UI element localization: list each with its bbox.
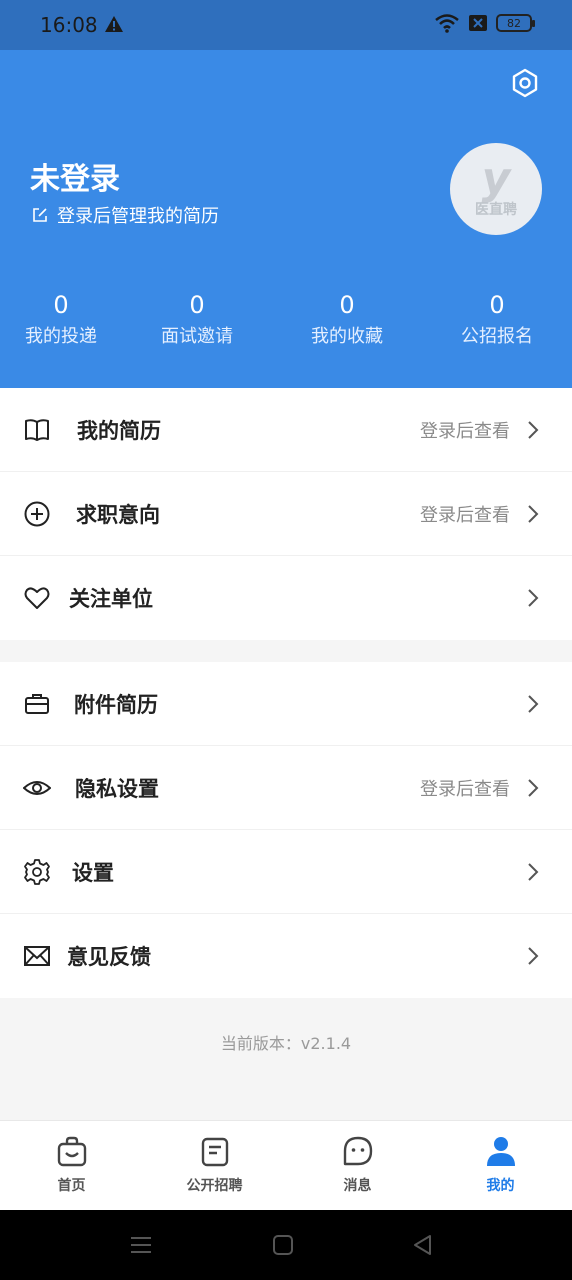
stat-value: 0 — [489, 291, 505, 319]
user-icon — [486, 1137, 515, 1166]
system-nav-bar — [0, 1210, 572, 1280]
tab-mine[interactable]: 我的 — [429, 1121, 572, 1210]
chevron-right-icon — [528, 420, 539, 439]
status-time: 16:08 — [40, 13, 98, 37]
chevron-right-icon — [528, 504, 539, 523]
login-hint-text: 登录后管理我的简历 — [57, 206, 219, 227]
battery-level: 82 — [507, 16, 521, 30]
stat-value: 0 — [189, 291, 205, 319]
chevron-right-icon — [528, 862, 539, 881]
menu-item-privacy-settings[interactable]: 隐私设置 登录后查看 — [0, 746, 572, 830]
tab-label: 公开招聘 — [186, 1178, 243, 1194]
tab-label: 我的 — [486, 1178, 515, 1194]
menu-item-value: 登录后查看 — [420, 778, 510, 800]
status-bar: 16:08 82 — [0, 0, 572, 50]
chevron-right-icon — [528, 589, 539, 607]
tab-home[interactable]: 首页 — [0, 1121, 143, 1210]
status-icons: 82 — [434, 13, 535, 33]
menu-item-settings[interactable]: 设置 — [0, 830, 572, 914]
menu-item-label: 关注单位 — [69, 587, 153, 611]
warning-icon — [105, 16, 123, 32]
sim-blocked-icon — [469, 15, 487, 31]
stat-label: 公招报名 — [461, 326, 533, 347]
tab-messages[interactable]: 消息 — [286, 1121, 429, 1210]
chevron-right-icon — [528, 947, 539, 965]
stat-deliveries[interactable]: 0 我的投递 — [0, 290, 122, 348]
stat-label: 面试邀请 — [161, 326, 233, 347]
heart-icon — [24, 587, 50, 609]
menu-item-label: 附件简历 — [74, 692, 158, 717]
avatar-logo-text: 医直聘 — [475, 202, 517, 218]
app-version: 当前版本：v2.1.4 — [220, 1034, 352, 1053]
menu-item-followed-units[interactable]: 关注单位 — [0, 556, 572, 640]
chevron-right-icon — [528, 778, 539, 797]
back-triangle-icon[interactable] — [410, 1232, 436, 1258]
stat-favorites[interactable]: 0 我的收藏 — [272, 290, 422, 348]
briefcase-icon — [25, 693, 49, 714]
menu-group-2: 附件简历 隐私设置 登录后查看 设置 意见反馈 — [0, 662, 572, 998]
login-hint[interactable]: 登录后管理我的简历 — [31, 202, 219, 228]
chevron-right-icon — [528, 694, 539, 713]
stat-label: 我的投递 — [25, 326, 97, 347]
menu-item-label: 我的简历 — [77, 418, 161, 443]
eye-icon — [23, 780, 51, 795]
gear-icon — [24, 858, 50, 885]
message-icon — [343, 1136, 372, 1166]
menu-item-label: 意见反馈 — [67, 945, 151, 969]
book-icon — [25, 418, 49, 441]
tab-label: 首页 — [57, 1178, 86, 1194]
profile-header: 未登录 登录后管理我的简历 y 医直聘 0 我的投递 0 面试邀请 0 我的收藏… — [0, 50, 572, 388]
menu-item-label: 求职意向 — [76, 502, 160, 527]
document-icon — [201, 1137, 228, 1167]
user-name[interactable]: 未登录 — [30, 154, 120, 198]
tab-public-recruitment[interactable]: 公开招聘 — [143, 1121, 286, 1210]
menu-item-feedback[interactable]: 意见反馈 — [0, 914, 572, 998]
stats-row: 0 我的投递 0 面试邀请 0 我的收藏 0 公招报名 — [0, 290, 572, 348]
menu-item-my-resume[interactable]: 我的简历 登录后查看 — [0, 388, 572, 472]
bottom-tab-bar: 首页 公开招聘 消息 我的 — [0, 1120, 572, 1210]
battery-icon: 82 — [496, 14, 535, 32]
edit-icon — [33, 208, 47, 222]
home-square-icon[interactable] — [270, 1232, 296, 1258]
menu-icon[interactable] — [128, 1232, 154, 1258]
stat-value: 0 — [53, 291, 69, 319]
menu-item-label: 设置 — [72, 860, 114, 885]
stat-label: 我的收藏 — [311, 326, 383, 347]
stat-value: 0 — [339, 291, 355, 319]
plus-circle-icon — [24, 501, 50, 526]
menu-item-value: 登录后查看 — [420, 420, 510, 442]
menu-item-label: 隐私设置 — [75, 776, 159, 801]
wifi-icon — [435, 14, 459, 33]
avatar-logo-letter: y — [481, 153, 511, 204]
stat-interviews[interactable]: 0 面试邀请 — [122, 290, 272, 348]
settings-hex-icon[interactable] — [510, 68, 540, 98]
envelope-icon — [24, 946, 50, 966]
avatar[interactable]: y 医直聘 — [450, 143, 542, 235]
stat-exam-signups[interactable]: 0 公招报名 — [422, 290, 572, 348]
home-bag-icon — [57, 1136, 86, 1167]
menu-item-job-intention[interactable]: 求职意向 登录后查看 — [0, 472, 572, 556]
tab-label: 消息 — [343, 1178, 372, 1194]
menu-item-attachment-resume[interactable]: 附件简历 — [0, 662, 572, 746]
menu-group-1: 我的简历 登录后查看 求职意向 登录后查看 关注单位 — [0, 388, 572, 640]
menu-item-value: 登录后查看 — [420, 504, 510, 526]
